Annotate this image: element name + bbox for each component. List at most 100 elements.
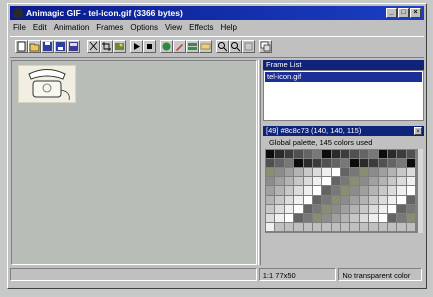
zoom-in-icon[interactable] — [216, 40, 229, 53]
menu-view[interactable]: View — [165, 22, 182, 34]
pane-splitter[interactable] — [258, 60, 261, 265]
zoom-out-icon[interactable] — [229, 40, 242, 53]
palette-swatch[interactable] — [294, 222, 304, 232]
zoom-box-icon[interactable] — [242, 40, 255, 53]
palette-swatch[interactable] — [397, 204, 407, 214]
palette-swatch[interactable] — [350, 177, 360, 187]
palette-swatch[interactable] — [378, 150, 388, 160]
palette-swatch[interactable] — [359, 222, 370, 232]
palette-swatch[interactable] — [294, 195, 304, 205]
palette-swatch[interactable] — [341, 159, 351, 169]
cut-icon[interactable] — [87, 40, 100, 53]
palette-swatch[interactable] — [322, 168, 332, 178]
palette-swatch[interactable] — [406, 177, 416, 187]
palette-swatch[interactable] — [369, 213, 379, 223]
palette-swatch[interactable] — [312, 186, 323, 196]
palette-swatch[interactable] — [312, 213, 323, 223]
palette-swatch[interactable] — [359, 186, 370, 196]
palette-swatch[interactable] — [369, 222, 379, 232]
save-icon[interactable] — [41, 40, 54, 53]
maximize-button[interactable]: □ — [398, 8, 409, 18]
palette-swatch[interactable] — [303, 168, 313, 178]
palette-swatch[interactable] — [331, 150, 341, 160]
palette-swatch[interactable] — [303, 195, 313, 205]
palette-swatch[interactable] — [369, 150, 379, 160]
pen-icon[interactable] — [173, 40, 186, 53]
palette-swatch[interactable] — [378, 222, 388, 232]
palette-swatch[interactable] — [369, 177, 379, 187]
palette-swatch[interactable] — [350, 222, 360, 232]
palette-swatch[interactable] — [275, 177, 285, 187]
image-icon[interactable] — [113, 40, 126, 53]
palette-swatch[interactable] — [406, 186, 416, 196]
palette-swatch[interactable] — [369, 186, 379, 196]
palette-swatch[interactable] — [312, 222, 323, 232]
menu-options[interactable]: Options — [130, 22, 158, 34]
palette-swatch[interactable] — [322, 186, 332, 196]
palette-swatch[interactable] — [397, 222, 407, 232]
menu-file[interactable]: File — [13, 22, 26, 34]
stop-icon[interactable] — [143, 40, 156, 53]
palette-swatch[interactable] — [387, 195, 398, 205]
palette-swatch[interactable] — [397, 213, 407, 223]
canvas-area[interactable] — [11, 60, 257, 265]
palette-swatch[interactable] — [275, 159, 285, 169]
palette-swatch[interactable] — [322, 177, 332, 187]
palette-swatch[interactable] — [322, 204, 332, 214]
palette-swatch[interactable] — [378, 186, 388, 196]
palette-swatch[interactable] — [284, 204, 295, 214]
palette-swatch[interactable] — [369, 168, 379, 178]
palette-swatch[interactable] — [341, 177, 351, 187]
palette-swatch[interactable] — [312, 177, 323, 187]
palette-swatch[interactable] — [341, 195, 351, 205]
palette-swatch[interactable] — [322, 195, 332, 205]
palette-swatch[interactable] — [331, 168, 341, 178]
palette-swatch[interactable] — [275, 213, 285, 223]
palette-swatch[interactable] — [387, 213, 398, 223]
palette-swatch[interactable] — [359, 168, 370, 178]
palette-swatch[interactable] — [350, 150, 360, 160]
palette-swatch[interactable] — [284, 177, 295, 187]
palette-swatch[interactable] — [312, 150, 323, 160]
layers-icon[interactable] — [199, 40, 212, 53]
palette-swatch[interactable] — [331, 186, 341, 196]
save-as-icon[interactable] — [54, 40, 67, 53]
palette-swatch[interactable] — [369, 159, 379, 169]
play-icon[interactable] — [130, 40, 143, 53]
palette-swatch[interactable] — [387, 168, 398, 178]
crop-icon[interactable] — [100, 40, 113, 53]
palette-swatch[interactable] — [284, 222, 295, 232]
palette-swatch[interactable] — [378, 195, 388, 205]
palette-scrollbar[interactable] — [417, 149, 423, 233]
palette-swatch[interactable] — [284, 168, 295, 178]
palette-swatch[interactable] — [397, 150, 407, 160]
frames-icon[interactable] — [186, 40, 199, 53]
menu-help[interactable]: Help — [220, 22, 236, 34]
frame-list[interactable]: tel-icon.gif — [263, 70, 424, 121]
palette-swatch[interactable] — [350, 186, 360, 196]
palette-swatch[interactable] — [387, 177, 398, 187]
palette-swatch[interactable] — [406, 168, 416, 178]
palette-swatch[interactable] — [359, 195, 370, 205]
palette-swatch[interactable] — [350, 195, 360, 205]
palette-swatch[interactable] — [406, 213, 416, 223]
save-all-icon[interactable] — [67, 40, 80, 53]
palette-swatch[interactable] — [397, 168, 407, 178]
palette-swatch[interactable] — [406, 195, 416, 205]
palette-swatch[interactable] — [341, 168, 351, 178]
palette-swatch[interactable] — [397, 195, 407, 205]
palette-swatch[interactable] — [294, 168, 304, 178]
palette-swatch[interactable] — [322, 150, 332, 160]
palette-swatch[interactable] — [359, 204, 370, 214]
palette-swatch[interactable] — [284, 150, 295, 160]
palette-swatch[interactable] — [359, 213, 370, 223]
palette-swatch[interactable] — [331, 195, 341, 205]
palette-swatch[interactable] — [378, 213, 388, 223]
palette-swatch[interactable] — [322, 213, 332, 223]
palette-swatch[interactable] — [406, 222, 416, 232]
palette-swatch[interactable] — [387, 204, 398, 214]
palette-swatch[interactable] — [341, 186, 351, 196]
palette-swatch[interactable] — [350, 159, 360, 169]
palette-swatch[interactable] — [275, 195, 285, 205]
palette-swatch[interactable] — [331, 213, 341, 223]
